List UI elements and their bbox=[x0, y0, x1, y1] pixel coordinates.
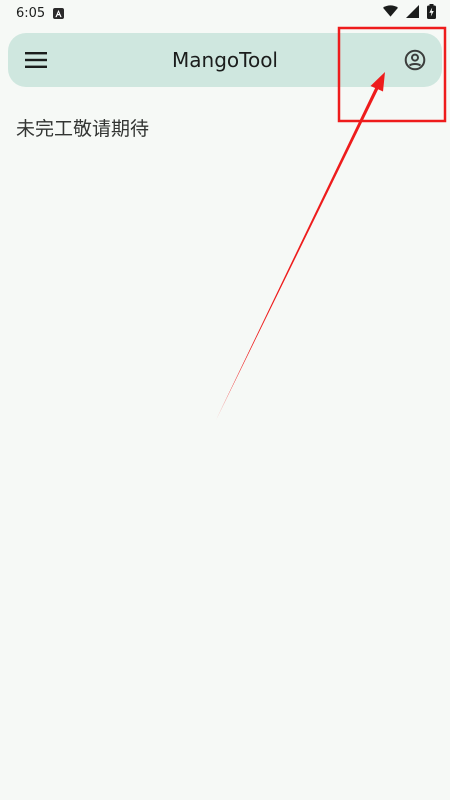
status-bar: 6:05 bbox=[0, 0, 450, 26]
menu-icon bbox=[25, 52, 47, 68]
account-button[interactable] bbox=[401, 46, 429, 74]
account-circle-icon bbox=[404, 49, 426, 71]
wifi-icon bbox=[383, 5, 398, 21]
red-arrow bbox=[216, 72, 385, 420]
top-app-bar: MangoTool bbox=[8, 33, 442, 87]
app-title: MangoTool bbox=[172, 48, 278, 72]
placeholder-message: 未完工敬请期待 bbox=[16, 118, 150, 140]
menu-button[interactable] bbox=[22, 46, 50, 74]
status-right bbox=[383, 3, 436, 23]
status-left: 6:05 bbox=[16, 5, 65, 21]
android-a-icon bbox=[53, 7, 65, 19]
signal-icon bbox=[406, 4, 419, 22]
battery-charging-icon bbox=[427, 3, 436, 23]
status-time: 6:05 bbox=[16, 5, 46, 21]
